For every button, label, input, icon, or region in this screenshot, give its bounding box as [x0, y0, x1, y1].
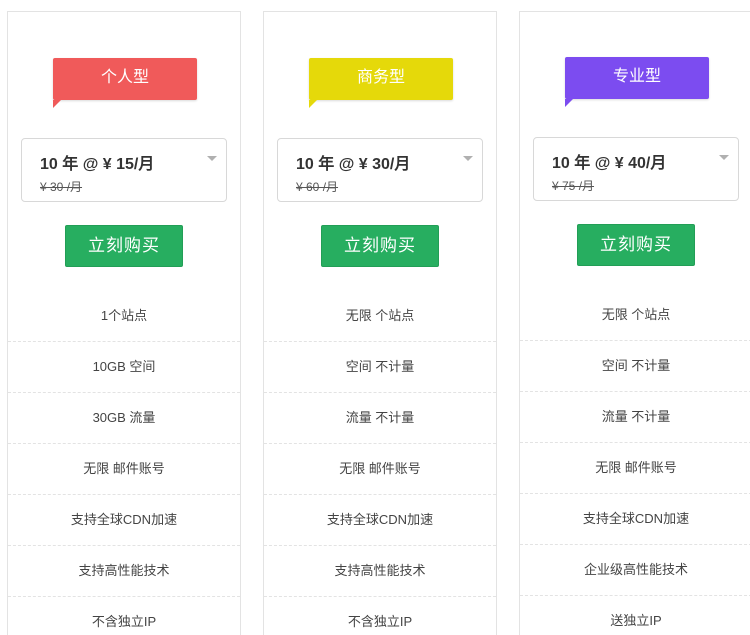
price-term-select[interactable]: 10 年 @ ¥ 30/月 ¥ 60 /月: [277, 138, 483, 202]
feature-item: 不含独立IP: [91, 614, 157, 629]
feature-item: 流量 不计量: [520, 392, 750, 443]
original-price: ¥ 30 /月: [40, 180, 83, 194]
price-term-select[interactable]: 10 年 @ ¥ 15/月 ¥ 30 /月: [21, 138, 227, 202]
plan-name: 个人型: [100, 69, 149, 86]
plan-card-professional: 专业型 10 年 @ ¥ 40/月 ¥ 75 /月 立刻购买 无限 个站点 空间…: [519, 11, 750, 635]
price-option: 10 年 @ ¥ 30/月: [296, 156, 411, 173]
feature-item: 支持高性能技术: [264, 546, 496, 597]
feature-item: 30GB 流量: [8, 393, 240, 444]
chevron-down-icon: [463, 156, 473, 161]
price-term-select[interactable]: 10 年 @ ¥ 40/月 ¥ 75 /月: [533, 137, 739, 201]
feature-item: 支持高性能技术: [8, 546, 240, 597]
ribbon-tail: [53, 100, 61, 108]
feature-item: 无限 邮件账号: [264, 444, 496, 495]
feature-item: 10GB 空间: [8, 342, 240, 393]
feature-item: 空间 不计量: [264, 342, 496, 393]
feature-list: 无限 个站点 空间 不计量 流量 不计量 无限 邮件账号 支持全球CDN加速 支…: [264, 291, 496, 635]
plan-card-business: 商务型 10 年 @ ¥ 30/月 ¥ 60 /月 立刻购买 无限 个站点 空间…: [263, 11, 497, 635]
plan-card-personal: 个人型 10 年 @ ¥ 15/月 ¥ 30 /月 立刻购买 1个站点 10GB…: [7, 11, 241, 635]
original-price: ¥ 75 /月: [552, 179, 595, 193]
price-option: 10 年 @ ¥ 40/月: [552, 155, 667, 172]
buy-now-button[interactable]: 立刻购买: [577, 224, 695, 266]
feature-item: 企业级高性能技术: [520, 545, 750, 596]
feature-item: 支持全球CDN加速: [264, 495, 496, 546]
buy-now-button[interactable]: 立刻购买: [321, 225, 439, 267]
plan-name: 专业型: [612, 68, 661, 85]
feature-item: 送独立IP: [610, 613, 662, 628]
buy-now-button[interactable]: 立刻购买: [65, 225, 183, 267]
chevron-down-icon: [207, 156, 217, 161]
feature-item: 空间 不计量: [520, 341, 750, 392]
pricing-page: 个人型 10 年 @ ¥ 15/月 ¥ 30 /月 立刻购买 1个站点 10GB…: [0, 0, 750, 635]
plan-name-ribbon: 个人型: [53, 58, 197, 108]
ribbon-tail: [309, 100, 317, 108]
feature-item: 无限 邮件账号: [8, 444, 240, 495]
feature-item: 无限 个站点: [520, 290, 750, 341]
feature-list: 1个站点 10GB 空间 30GB 流量 无限 邮件账号 支持全球CDN加速 支…: [8, 291, 240, 635]
feature-list: 无限 个站点 空间 不计量 流量 不计量 无限 邮件账号 支持全球CDN加速 企…: [520, 290, 750, 635]
feature-item: 无限 个站点: [264, 291, 496, 342]
plan-name-ribbon: 商务型: [309, 58, 453, 108]
price-option: 10 年 @ ¥ 15/月: [40, 156, 155, 173]
plan-name-ribbon: 专业型: [565, 57, 709, 107]
feature-item: 支持全球CDN加速: [8, 495, 240, 546]
chevron-down-icon: [719, 155, 729, 160]
ribbon-tail: [565, 99, 573, 107]
feature-item: 流量 不计量: [264, 393, 496, 444]
feature-item: 不含独立IP: [347, 614, 413, 629]
card-top-border: [520, 11, 750, 12]
plan-name: 商务型: [356, 69, 405, 86]
feature-item: 无限 邮件账号: [520, 443, 750, 494]
feature-item: 支持全球CDN加速: [520, 494, 750, 545]
original-price: ¥ 60 /月: [296, 180, 339, 194]
feature-item: 1个站点: [8, 291, 240, 342]
